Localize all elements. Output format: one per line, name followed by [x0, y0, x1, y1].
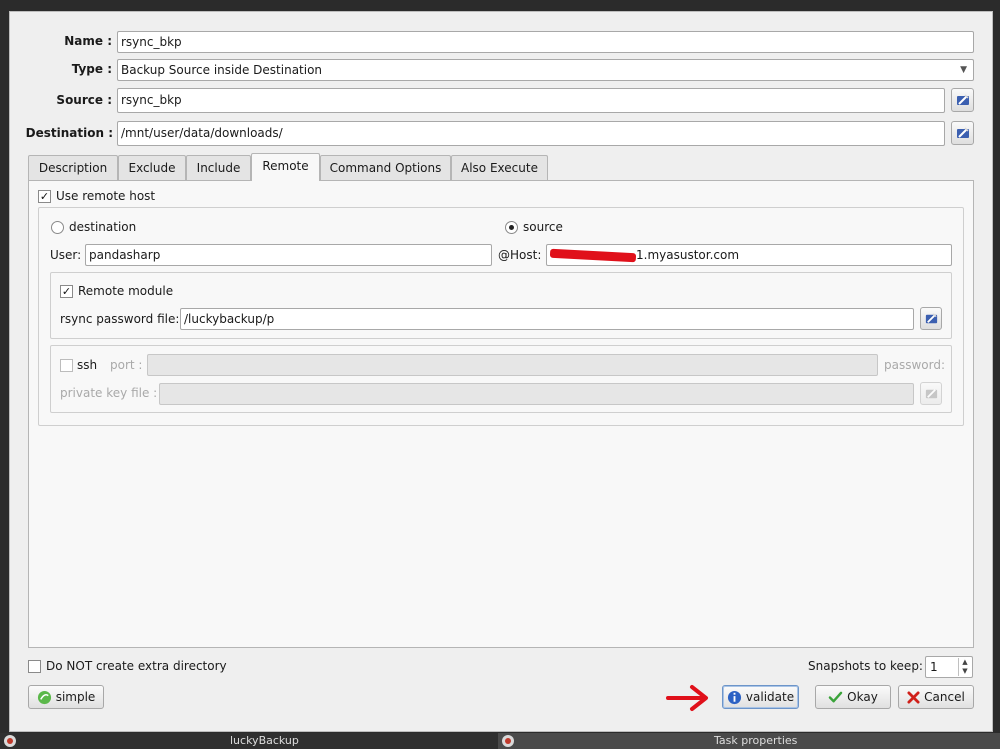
- type-label: Type :: [71, 62, 112, 76]
- redaction-mark: [549, 248, 637, 263]
- type-select-value: Backup Source inside Destination: [121, 63, 323, 77]
- use-remote-host-checkbox[interactable]: ✓: [38, 190, 51, 203]
- destination-radio[interactable]: [51, 221, 64, 234]
- destination-radio-label: destination: [69, 220, 137, 234]
- port-input[interactable]: [147, 354, 878, 376]
- ssh-password-label: password:: [884, 358, 946, 372]
- validate-button-label: validate: [745, 690, 795, 704]
- tab-exclude[interactable]: Exclude: [118, 155, 186, 180]
- destination-label: Destination :: [25, 126, 113, 140]
- type-select[interactable]: Backup Source inside Destination ▼: [117, 59, 974, 81]
- host-input[interactable]: 1.myasustor.com: [546, 244, 952, 266]
- annotation-arrow-icon: [666, 685, 708, 711]
- source-input[interactable]: rsync_bkp: [117, 88, 945, 113]
- snapshots-label: Snapshots to keep:: [808, 659, 923, 673]
- folder-browse-icon: [925, 389, 937, 399]
- user-input[interactable]: pandasharp: [85, 244, 492, 266]
- tab-command-options[interactable]: Command Options: [320, 155, 451, 180]
- no-extra-directory-label: Do NOT create extra directory: [46, 659, 227, 673]
- tab-remote[interactable]: Remote: [251, 153, 320, 181]
- ssh-checkbox[interactable]: [60, 359, 73, 372]
- validate-button[interactable]: validate: [722, 685, 799, 709]
- folder-browse-icon: [956, 94, 969, 105]
- cancel-button[interactable]: Cancel: [898, 685, 974, 709]
- name-label: Name :: [64, 34, 112, 48]
- source-browse-button[interactable]: [951, 88, 974, 112]
- private-key-browse-button[interactable]: [920, 382, 942, 405]
- close-icon: [907, 690, 920, 704]
- rsync-password-file-input[interactable]: /luckybackup/p: [180, 308, 914, 330]
- host-label: @Host:: [498, 248, 542, 262]
- snapshots-value: 1: [930, 660, 938, 674]
- taskbar-item-task-properties[interactable]: Task properties: [498, 733, 1000, 749]
- user-label: User:: [50, 248, 82, 262]
- host-value: 1.myasustor.com: [636, 248, 740, 262]
- simple-mode-icon: [37, 690, 51, 704]
- rsync-password-file-label: rsync password file:: [60, 312, 180, 326]
- destination-input[interactable]: /mnt/user/data/downloads/: [117, 121, 945, 146]
- taskbar: luckyBackup Task properties: [0, 733, 1000, 749]
- source-label: Source :: [56, 93, 112, 107]
- source-radio[interactable]: [505, 221, 518, 234]
- no-extra-directory-checkbox[interactable]: [28, 660, 41, 673]
- private-key-file-label: private key file :: [60, 386, 158, 400]
- chevron-down-icon: ▼: [960, 65, 967, 75]
- tab-also-execute[interactable]: Also Execute: [451, 155, 548, 180]
- rsync-password-browse-button[interactable]: [920, 307, 942, 330]
- taskbar-item-label: luckyBackup: [230, 734, 299, 747]
- okay-button[interactable]: Okay: [815, 685, 891, 709]
- private-key-file-input[interactable]: [159, 383, 914, 405]
- okay-button-label: Okay: [847, 690, 878, 704]
- cancel-button-label: Cancel: [924, 690, 965, 704]
- snapshots-spinbox[interactable]: 1 ▲ ▼: [925, 656, 973, 678]
- tab-description[interactable]: Description: [28, 155, 118, 180]
- taskbar-item-label: Task properties: [714, 734, 798, 747]
- folder-browse-icon: [925, 313, 937, 324]
- use-remote-host-label: Use remote host: [56, 189, 156, 203]
- spin-arrows-icon[interactable]: ▲ ▼: [958, 658, 971, 676]
- destination-browse-button[interactable]: [951, 121, 974, 145]
- luckybackup-app-icon: [4, 735, 16, 747]
- remote-module-checkbox[interactable]: ✓: [60, 285, 73, 298]
- simple-button-label: simple: [55, 690, 96, 704]
- info-icon: [727, 690, 741, 704]
- ssh-label: ssh: [77, 358, 98, 372]
- taskbar-item-luckybackup[interactable]: luckyBackup: [0, 733, 498, 749]
- tab-include[interactable]: Include: [186, 155, 251, 180]
- remote-module-label: Remote module: [78, 284, 174, 298]
- source-radio-label: source: [523, 220, 563, 234]
- simple-button[interactable]: simple: [28, 685, 104, 709]
- checkmark-icon: [828, 691, 843, 702]
- name-input[interactable]: rsync_bkp: [117, 31, 974, 53]
- folder-browse-icon: [956, 127, 969, 138]
- port-label: port :: [110, 358, 143, 372]
- luckybackup-app-icon: [502, 735, 514, 747]
